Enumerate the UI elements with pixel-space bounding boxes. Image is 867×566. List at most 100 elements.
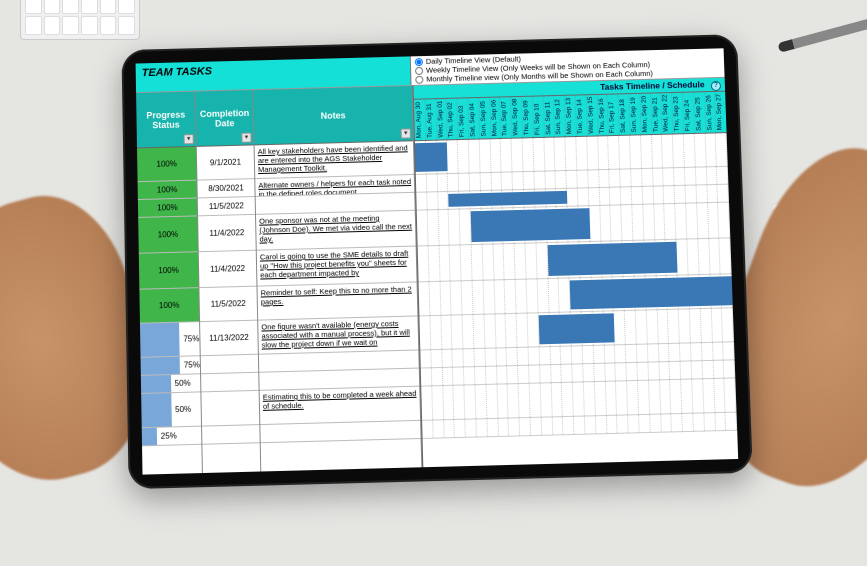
timeline-slot[interactable] — [523, 172, 534, 189]
filter-dropdown-icon[interactable]: ▾ — [241, 133, 251, 143]
timeline-slot[interactable] — [653, 168, 664, 185]
notes-cell[interactable]: One figure wasn't available (energy cost… — [258, 316, 418, 354]
timeline-slot[interactable] — [596, 416, 607, 433]
timeline-slot[interactable] — [427, 174, 438, 191]
timeline-slot[interactable] — [637, 344, 648, 361]
timeline-slot[interactable] — [470, 173, 481, 190]
date-cell[interactable]: 11/4/2022 — [199, 251, 257, 288]
timeline-slot[interactable] — [416, 192, 427, 209]
timeline-slot[interactable] — [433, 420, 444, 437]
timeline-slot[interactable] — [653, 186, 664, 203]
timeline-slot[interactable] — [664, 186, 675, 203]
timeline-slot[interactable] — [566, 171, 577, 188]
gantt-bar[interactable] — [547, 242, 677, 276]
timeline-slot[interactable] — [685, 185, 696, 202]
timeline-slot[interactable] — [648, 344, 659, 361]
date-cell[interactable]: 9/1/2021 — [197, 145, 254, 180]
timeline-slot[interactable] — [518, 366, 529, 383]
timeline-slot[interactable] — [615, 345, 626, 362]
date-cell[interactable] — [201, 355, 259, 375]
timeline-slot[interactable] — [421, 368, 432, 385]
timeline-date-header[interactable]: Sat, Sep 25 — [693, 92, 705, 133]
timeline-slot[interactable] — [455, 420, 466, 437]
timeline-slot[interactable] — [427, 192, 438, 209]
gantt-bar[interactable] — [570, 276, 733, 309]
timeline-slot[interactable] — [452, 315, 464, 348]
timeline-slot[interactable] — [672, 414, 683, 431]
timeline-slot[interactable] — [474, 349, 485, 366]
timeline-slot[interactable] — [502, 172, 513, 189]
timeline-slot[interactable] — [416, 175, 427, 192]
timeline-slot[interactable] — [513, 172, 524, 189]
timeline-date-header[interactable]: Mon, Sep 27 — [714, 92, 726, 133]
notes-cell[interactable]: Estimating this to be completed a week a… — [260, 387, 420, 425]
timeline-slot[interactable] — [556, 171, 567, 188]
timeline-slot[interactable] — [453, 367, 464, 384]
date-cell[interactable] — [201, 391, 259, 427]
notes-cell[interactable]: All key stakeholders have been identifie… — [255, 141, 414, 179]
timeline-slot[interactable] — [561, 346, 572, 363]
help-icon[interactable]: ? — [711, 81, 721, 91]
timeline-slot[interactable] — [476, 419, 487, 436]
timeline-slot[interactable] — [585, 416, 596, 433]
timeline-slot[interactable] — [717, 167, 728, 184]
date-cell[interactable]: 8/30/2021 — [197, 179, 254, 198]
timeline-slot[interactable] — [529, 365, 540, 382]
timeline-slot[interactable] — [454, 385, 466, 418]
view-daily-radio[interactable] — [415, 58, 423, 66]
timeline-slot[interactable] — [480, 173, 491, 190]
timeline-slot[interactable] — [531, 418, 542, 435]
timeline-slot[interactable] — [642, 169, 653, 186]
timeline-slot[interactable] — [685, 168, 696, 185]
timeline-slot[interactable] — [693, 413, 704, 430]
timeline-slot[interactable] — [659, 362, 670, 379]
timeline-slot[interactable] — [438, 192, 449, 209]
timeline-slot[interactable] — [562, 365, 573, 382]
timeline-slot[interactable] — [702, 361, 713, 378]
progress-cell[interactable]: 100% — [139, 288, 199, 324]
timeline-slot[interactable] — [725, 378, 737, 411]
timeline-slot[interactable] — [696, 185, 707, 202]
col-notes-header[interactable]: Notes ▾ — [253, 86, 413, 145]
date-cell[interactable]: 11/13/2022 — [200, 321, 258, 357]
timeline-slot[interactable] — [669, 344, 680, 361]
timeline-slot[interactable] — [498, 419, 509, 436]
timeline-slot[interactable] — [578, 188, 589, 205]
timeline-date-header[interactable]: Thu, Sep 09 — [521, 97, 533, 138]
timeline-slot[interactable] — [440, 282, 452, 315]
timeline-slot[interactable] — [610, 170, 621, 187]
date-cell[interactable]: 11/4/2022 — [198, 215, 256, 252]
timeline-slot[interactable] — [583, 364, 594, 381]
progress-cell[interactable]: 100% — [137, 147, 196, 182]
timeline-slot[interactable] — [670, 362, 681, 379]
timeline-slot[interactable] — [464, 367, 475, 384]
notes-cell[interactable]: Reminder to self: Keep this to no more t… — [257, 282, 417, 320]
view-weekly-radio[interactable] — [415, 66, 423, 74]
progress-cell[interactable]: 100% — [139, 252, 199, 289]
timeline-slot[interactable] — [453, 349, 464, 366]
timeline-slot[interactable] — [443, 386, 455, 419]
timeline-slot[interactable] — [696, 167, 707, 184]
timeline-slot[interactable] — [572, 364, 583, 381]
timeline-slot[interactable] — [648, 362, 659, 379]
timeline-slot[interactable] — [691, 361, 702, 378]
timeline-slot[interactable] — [466, 419, 477, 436]
timeline-slot[interactable] — [491, 173, 502, 190]
col-date-header[interactable]: Completion Date ▾ — [196, 90, 254, 147]
timeline-date-header[interactable]: Sun, Sep 05 — [478, 98, 490, 139]
timeline-slot[interactable] — [675, 186, 686, 203]
timeline-slot[interactable] — [507, 366, 518, 383]
view-monthly-radio[interactable] — [415, 75, 423, 83]
timeline-slot[interactable] — [681, 361, 692, 378]
timeline-slot[interactable] — [419, 316, 431, 349]
timeline-slot[interactable] — [650, 415, 661, 432]
timeline-slot[interactable] — [442, 368, 453, 385]
timeline-slot[interactable] — [534, 172, 545, 189]
progress-cell[interactable]: 100% — [138, 216, 198, 253]
timeline-slot[interactable] — [674, 168, 685, 185]
timeline-slot[interactable] — [726, 413, 737, 430]
timeline-slot[interactable] — [702, 343, 713, 360]
timeline-slot[interactable] — [572, 346, 583, 363]
progress-cell[interactable]: 100% — [138, 181, 197, 200]
notes-cell[interactable]: One sponsor was not at the meeting (John… — [256, 211, 416, 251]
